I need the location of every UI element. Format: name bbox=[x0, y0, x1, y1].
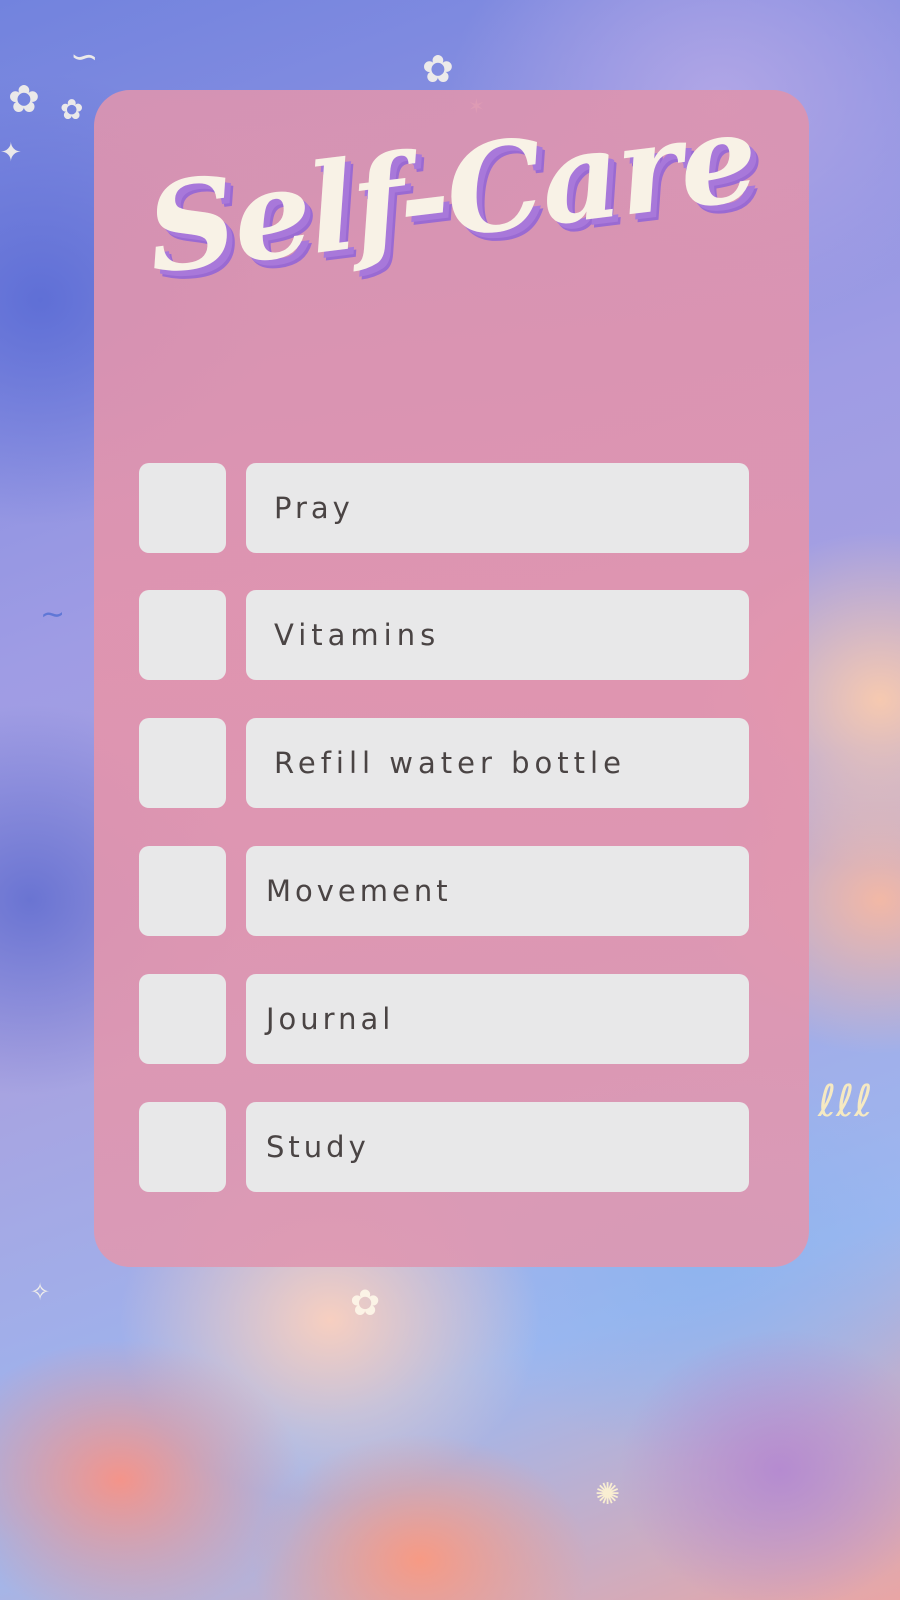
item-label-box: Study bbox=[246, 1102, 749, 1192]
swirl-icon: ∼ bbox=[40, 597, 66, 632]
checkbox[interactable] bbox=[139, 974, 226, 1064]
list-item: Refill water bottle bbox=[139, 718, 749, 808]
swirl-icon: ℓℓℓ bbox=[818, 1076, 873, 1127]
list-item: Study bbox=[139, 1102, 749, 1192]
item-label: Vitamins bbox=[274, 618, 441, 652]
checkbox[interactable] bbox=[139, 463, 226, 553]
list-item: Movement bbox=[139, 846, 749, 936]
star-icon: ✿ bbox=[8, 77, 40, 121]
sparkle-icon: ✺ bbox=[595, 1477, 621, 1512]
star-icon: ✿ bbox=[422, 47, 454, 91]
item-label-box: Vitamins bbox=[246, 590, 749, 680]
item-label: Refill water bottle bbox=[274, 746, 626, 780]
item-label: Study bbox=[266, 1130, 370, 1164]
item-label-box: Movement bbox=[246, 846, 749, 936]
item-label-box: Journal bbox=[246, 974, 749, 1064]
sparkle-icon: ✧ bbox=[30, 1278, 51, 1306]
star-icon: ✿ bbox=[350, 1283, 381, 1324]
star-icon: ✿ bbox=[60, 93, 84, 126]
item-label: Journal bbox=[266, 1002, 395, 1036]
swirl-icon: ∽ bbox=[70, 37, 99, 77]
checkbox[interactable] bbox=[139, 718, 226, 808]
item-label-box: Refill water bottle bbox=[246, 718, 749, 808]
sparkle-icon: ✦ bbox=[0, 138, 22, 168]
item-label: Movement bbox=[266, 874, 452, 908]
item-label: Pray bbox=[274, 491, 354, 525]
checkbox[interactable] bbox=[139, 590, 226, 680]
checkbox[interactable] bbox=[139, 846, 226, 936]
list-item: Pray bbox=[139, 463, 749, 553]
item-label-box: Pray bbox=[246, 463, 749, 553]
list-item: Journal bbox=[139, 974, 749, 1064]
checkbox[interactable] bbox=[139, 1102, 226, 1192]
list-item: Vitamins bbox=[139, 590, 749, 680]
